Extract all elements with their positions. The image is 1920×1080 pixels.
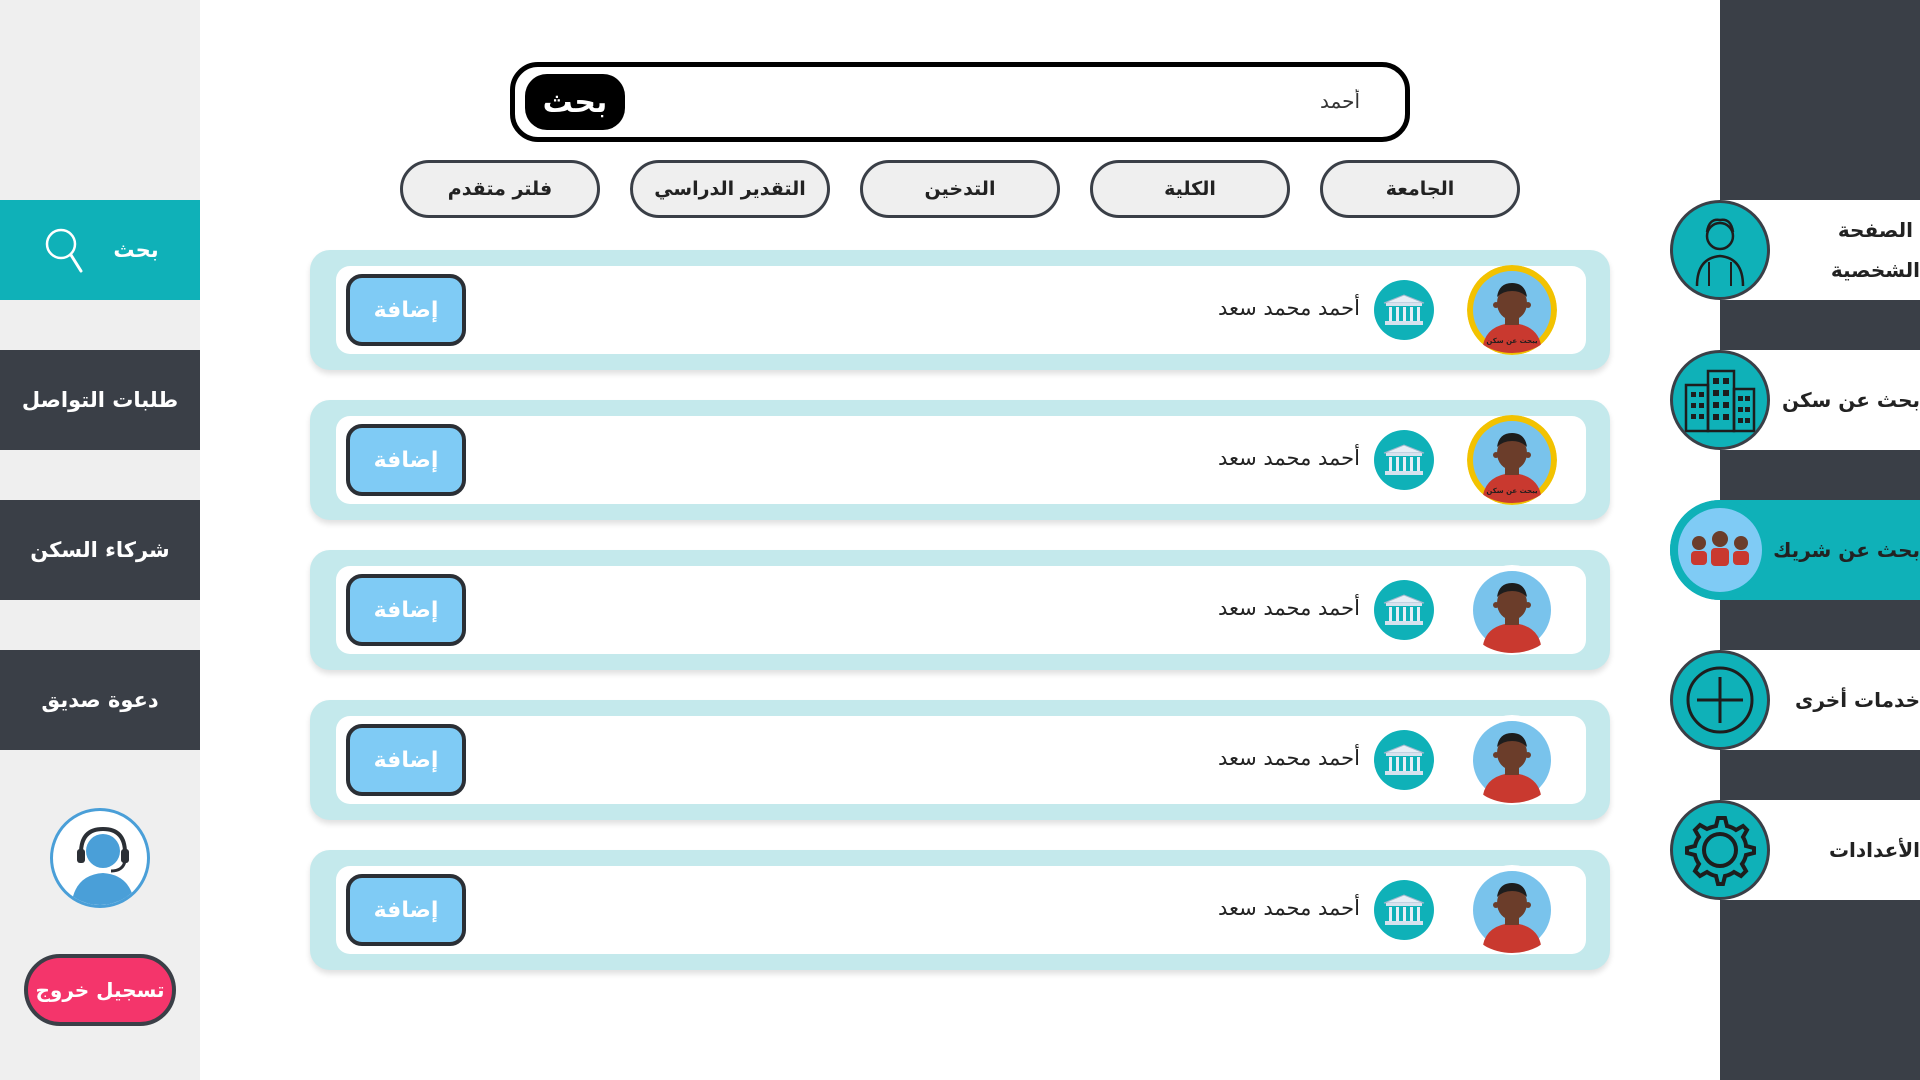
gear-icon[interactable] <box>1670 800 1770 900</box>
avatar[interactable]: يبحث عن سكن <box>1467 415 1557 505</box>
group-people-icon[interactable] <box>1670 500 1770 600</box>
avatar[interactable] <box>1467 565 1557 655</box>
left-nav-housing-partners-label: شركاء السكن <box>30 538 170 562</box>
housing-seeker-badge: يبحث عن سكن <box>1486 487 1538 495</box>
left-nav-contact-requests-label: طلبات التواصل <box>21 388 179 412</box>
filter-college[interactable]: الكلية <box>1090 160 1290 218</box>
result-card: إضافة أحمد محمد سعد <box>310 550 1610 670</box>
filter-university[interactable]: الجامعة <box>1320 160 1520 218</box>
left-nav-search[interactable]: بحث <box>0 200 200 300</box>
add-button[interactable]: إضافة <box>346 424 466 496</box>
filter-grade[interactable]: التقدير الدراسي <box>630 160 830 218</box>
support-agent-icon[interactable] <box>50 808 150 908</box>
app-root: بحث طلبات التواصل شركاء السكن دعوة صديق … <box>0 0 1920 1080</box>
university-icon <box>1374 730 1434 790</box>
right-nav-profile-label: الصفحة الشخصية <box>1831 210 1920 290</box>
buildings-icon[interactable] <box>1670 350 1770 450</box>
right-nav-profile-line1: الصفحة <box>1837 218 1913 242</box>
left-nav-invite-friend-label: دعوة صديق <box>41 688 159 712</box>
result-card: إضافة أحمد محمد سعد <box>310 250 1610 370</box>
search-input[interactable] <box>760 81 1360 121</box>
result-card: إضافة أحمد محمد سعد <box>310 400 1610 520</box>
right-nav-profile-line2: الشخصية <box>1830 258 1920 282</box>
university-icon <box>1374 880 1434 940</box>
left-nav-invite-friend[interactable]: دعوة صديق <box>0 650 200 750</box>
left-nav-housing-partners[interactable]: شركاء السكن <box>0 500 200 600</box>
user-name: أحمد محمد سعد <box>1217 446 1360 470</box>
result-card: إضافة أحمد محمد سعد <box>310 850 1610 970</box>
user-name: أحمد محمد سعد <box>1217 746 1360 770</box>
avatar[interactable] <box>1467 865 1557 955</box>
avatar[interactable] <box>1467 715 1557 805</box>
profile-person-icon[interactable] <box>1670 200 1770 300</box>
right-nav-settings-label: الأعدادات <box>1828 838 1920 862</box>
right-nav-find-housing-label: بحث عن سكن <box>1782 388 1920 412</box>
left-nav-search-label: بحث <box>113 238 159 262</box>
user-name: أحمد محمد سعد <box>1217 296 1360 320</box>
search-button[interactable]: بحث <box>525 74 625 130</box>
university-icon <box>1374 430 1434 490</box>
university-icon <box>1374 580 1434 640</box>
housing-seeker-badge: يبحث عن سكن <box>1486 337 1538 345</box>
search-bar: بحث <box>510 62 1410 142</box>
logout-button[interactable]: تسجيل خروج <box>24 954 176 1026</box>
user-name: أحمد محمد سعد <box>1217 896 1360 920</box>
right-nav-other-services-label: خدمات أخرى <box>1795 688 1920 712</box>
filter-advanced[interactable]: فلتر متقدم <box>400 160 600 218</box>
right-nav-find-partner-label: بحث عن شريك <box>1773 538 1920 562</box>
plus-circle-icon[interactable] <box>1670 650 1770 750</box>
avatar[interactable]: يبحث عن سكن <box>1467 265 1557 355</box>
user-name: أحمد محمد سعد <box>1217 596 1360 620</box>
filter-smoking[interactable]: التدخين <box>860 160 1060 218</box>
left-nav-contact-requests[interactable]: طلبات التواصل <box>0 350 200 450</box>
add-button[interactable]: إضافة <box>346 874 466 946</box>
add-button[interactable]: إضافة <box>346 724 466 796</box>
add-button[interactable]: إضافة <box>346 574 466 646</box>
university-icon <box>1374 280 1434 340</box>
add-button[interactable]: إضافة <box>346 274 466 346</box>
result-card: إضافة أحمد محمد سعد <box>310 700 1610 820</box>
search-icon <box>41 225 85 275</box>
